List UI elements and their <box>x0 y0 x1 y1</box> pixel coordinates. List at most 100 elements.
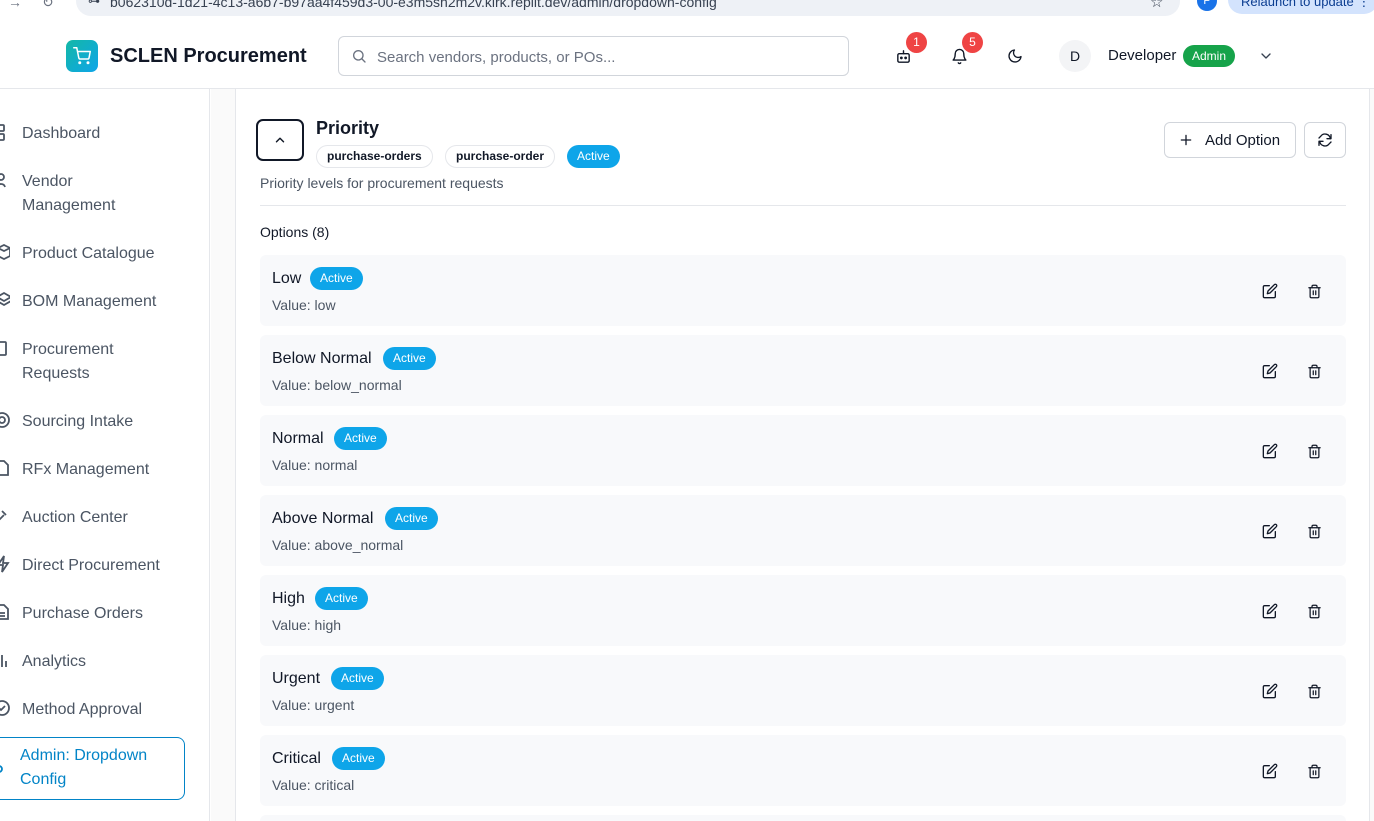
relaunch-label: Relaunch to update <box>1241 0 1354 9</box>
sidebar-item-label: Procurement Requests <box>22 341 114 382</box>
role-badge: Admin <box>1183 45 1236 67</box>
edit-icon <box>1262 683 1278 699</box>
sidebar-item-label: Auction Center <box>22 509 128 526</box>
refresh-icon <box>1318 133 1332 147</box>
delete-button[interactable] <box>1303 760 1325 782</box>
address-bar-url[interactable]: b062310d-1d21-4c13-a6b7-b97aa4f459d3-00-… <box>110 0 717 10</box>
app-title: SCLEN Procurement <box>110 45 307 67</box>
edit-button[interactable] <box>1259 440 1281 462</box>
forward-arrow-icon[interactable]: → <box>8 0 22 10</box>
option-row: Normal Active Value: normal <box>260 415 1346 486</box>
add-option-button[interactable]: Add Option <box>1164 122 1296 158</box>
file-icon <box>0 460 9 476</box>
dashboard-icon <box>0 124 5 141</box>
option-value: Value: urgent <box>272 697 355 713</box>
sidebar-item-auction-center[interactable]: Auction Center <box>0 506 190 530</box>
delete-button[interactable] <box>1303 280 1325 302</box>
delete-button[interactable] <box>1303 440 1325 462</box>
edit-icon <box>1262 443 1278 459</box>
user-name[interactable]: Developer <box>1108 47 1176 64</box>
chevron-down-icon[interactable] <box>1258 48 1274 64</box>
delete-button[interactable] <box>1303 680 1325 702</box>
sidebar-item-purchase-orders[interactable]: Purchase Orders <box>0 602 190 626</box>
option-name: High <box>272 590 305 607</box>
option-name: Above Normal <box>272 510 374 527</box>
delete-button[interactable] <box>1303 360 1325 382</box>
option-value: Value: low <box>272 297 336 313</box>
notifications-button[interactable]: 5 <box>944 32 983 70</box>
edit-icon <box>1262 363 1278 379</box>
sidebar: Dashboard Vendor Management Product Cata… <box>0 89 210 821</box>
sidebar-item-product-catalogue[interactable]: Product Catalogue <box>0 242 190 266</box>
search-icon <box>353 50 366 63</box>
option-row: Below Normal Active Value: below_normal <box>260 335 1346 406</box>
relaunch-button[interactable]: Relaunch to update ⋮ <box>1228 0 1374 14</box>
sidebar-item-vendor-management[interactable]: Vendor Management <box>0 170 190 218</box>
search-box[interactable] <box>338 36 849 76</box>
sidebar-item-label: Product Catalogue <box>22 245 155 262</box>
layers-icon <box>0 291 10 307</box>
browser-profile-avatar[interactable]: P <box>1197 0 1217 11</box>
trash-icon <box>1307 524 1321 538</box>
edit-button[interactable] <box>1259 520 1281 542</box>
option-value: Value: below_normal <box>272 377 402 393</box>
reload-icon[interactable]: ↻ <box>42 0 54 11</box>
option-value: Value: high <box>272 617 342 633</box>
edit-icon <box>1262 283 1278 299</box>
trash-icon <box>1307 284 1321 298</box>
status-badge: Active <box>310 267 363 290</box>
sidebar-item-method-approval[interactable]: Method Approval <box>0 698 190 722</box>
delete-button[interactable] <box>1303 600 1325 622</box>
bookmark-star-icon[interactable]: ☆ <box>1150 0 1163 11</box>
sidebar-item-label: Admin: Dropdown Config <box>20 747 148 788</box>
sidebar-item-rfx-management[interactable]: RFx Management <box>0 458 190 482</box>
divider <box>260 205 1346 206</box>
config-title: Priority <box>316 118 380 138</box>
delete-button[interactable] <box>1303 520 1325 542</box>
add-option-label: Add Option <box>1205 131 1281 149</box>
avatar[interactable]: D <box>1059 40 1091 72</box>
status-badge: Active <box>332 747 385 770</box>
sidebar-item-label: RFx Management <box>22 461 150 478</box>
sidebar-item-procurement-requests[interactable]: Procurement Requests <box>0 338 190 386</box>
search-input[interactable] <box>377 46 837 68</box>
sidebar-item-label: Purchase Orders <box>22 605 143 622</box>
trash-icon <box>1307 364 1321 378</box>
status-badge: Active <box>385 507 438 530</box>
sidebar-item-label: Vendor Management <box>22 173 116 214</box>
status-badge: Active <box>315 587 368 610</box>
gavel-icon <box>0 510 7 521</box>
sidebar-item-direct-procurement[interactable]: Direct Procurement <box>0 554 190 578</box>
trash-icon <box>1307 444 1321 458</box>
category-tag: purchase-order <box>445 145 556 168</box>
refresh-button[interactable] <box>1304 122 1346 158</box>
edit-button[interactable] <box>1259 360 1281 382</box>
option-value: Value: critical <box>272 777 355 793</box>
cart-button[interactable]: 1 <box>888 32 927 70</box>
edit-button[interactable] <box>1259 600 1281 622</box>
edit-button[interactable] <box>1259 760 1281 782</box>
edit-button[interactable] <box>1259 680 1281 702</box>
option-name: Critical <box>272 750 321 767</box>
sidebar-item-analytics[interactable]: Analytics <box>0 650 190 674</box>
app-header: SCLEN Procurement 1 5 D Developer Admin <box>0 18 1374 89</box>
collapse-button[interactable] <box>256 119 304 161</box>
browser-toolbar: → ↻ ⊶ b062310d-1d21-4c13-a6b7-b97aa4f459… <box>0 0 1374 18</box>
edit-button[interactable] <box>1259 280 1281 302</box>
option-name: Below Normal <box>272 350 372 367</box>
status-badge: Active <box>334 427 387 450</box>
edit-icon <box>1262 603 1278 619</box>
site-info-icon[interactable]: ⊶ <box>88 0 100 8</box>
sidebar-item-bom-management[interactable]: BOM Management <box>0 290 190 314</box>
cart-count-badge: 1 <box>906 32 927 53</box>
theme-toggle-button[interactable] <box>1000 42 1030 70</box>
option-value: Value: normal <box>272 457 358 473</box>
status-badge: Active <box>567 145 620 168</box>
sidebar-item-sourcing-intake[interactable]: Sourcing Intake <box>0 410 190 434</box>
sidebar-item-dashboard[interactable]: Dashboard <box>0 122 190 146</box>
sidebar-item-admin-dropdown-config[interactable]: Admin: Dropdown Config <box>0 737 185 800</box>
clipboard-icon <box>0 341 7 356</box>
logo[interactable] <box>66 40 98 72</box>
sidebar-item-label: Sourcing Intake <box>22 413 134 430</box>
option-name: Low <box>272 270 302 287</box>
